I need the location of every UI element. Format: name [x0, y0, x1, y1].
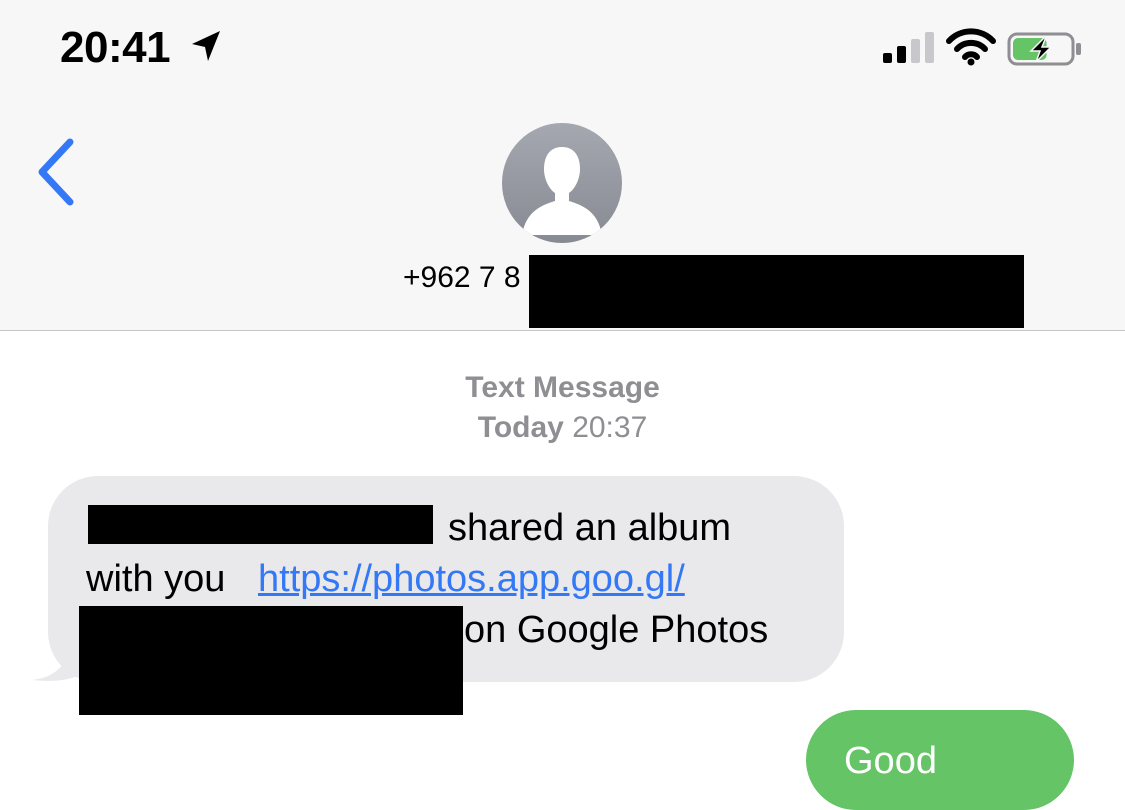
- message-text-line2: with you: [86, 558, 226, 600]
- contact-avatar[interactable]: [502, 123, 622, 243]
- date-time-label: Today 20:37: [0, 408, 1125, 448]
- service-label: Text Message: [465, 371, 660, 404]
- message-text-line1: shared an album: [448, 507, 732, 549]
- message-timestamp: Text Message Today 20:37: [0, 368, 1125, 448]
- outgoing-message-bubble[interactable]: Good: [806, 710, 1074, 810]
- back-button[interactable]: [30, 134, 86, 210]
- album-link[interactable]: https://photos.app.goo.gl/: [258, 556, 685, 602]
- battery-charging-icon: [1007, 32, 1081, 66]
- person-silhouette-icon: [502, 123, 622, 243]
- redaction-bar: [529, 255, 1024, 328]
- day-label: Today: [477, 411, 564, 444]
- redaction-bar: [88, 505, 433, 544]
- conversation-header: 20:41 +962 7 8: [0, 0, 1125, 331]
- message-text-line3: on Google Photos: [464, 609, 769, 651]
- wifi-icon: [946, 28, 996, 66]
- outgoing-message-text: Good: [844, 740, 937, 782]
- redaction-bar: [79, 606, 463, 715]
- chevron-left-icon: [38, 138, 74, 206]
- status-time: 20:41: [60, 23, 171, 72]
- time-label: 20:37: [572, 411, 648, 444]
- cellular-signal-icon: [883, 32, 934, 63]
- location-arrow-icon: [192, 31, 220, 61]
- contact-number[interactable]: +962 7 8: [403, 258, 521, 298]
